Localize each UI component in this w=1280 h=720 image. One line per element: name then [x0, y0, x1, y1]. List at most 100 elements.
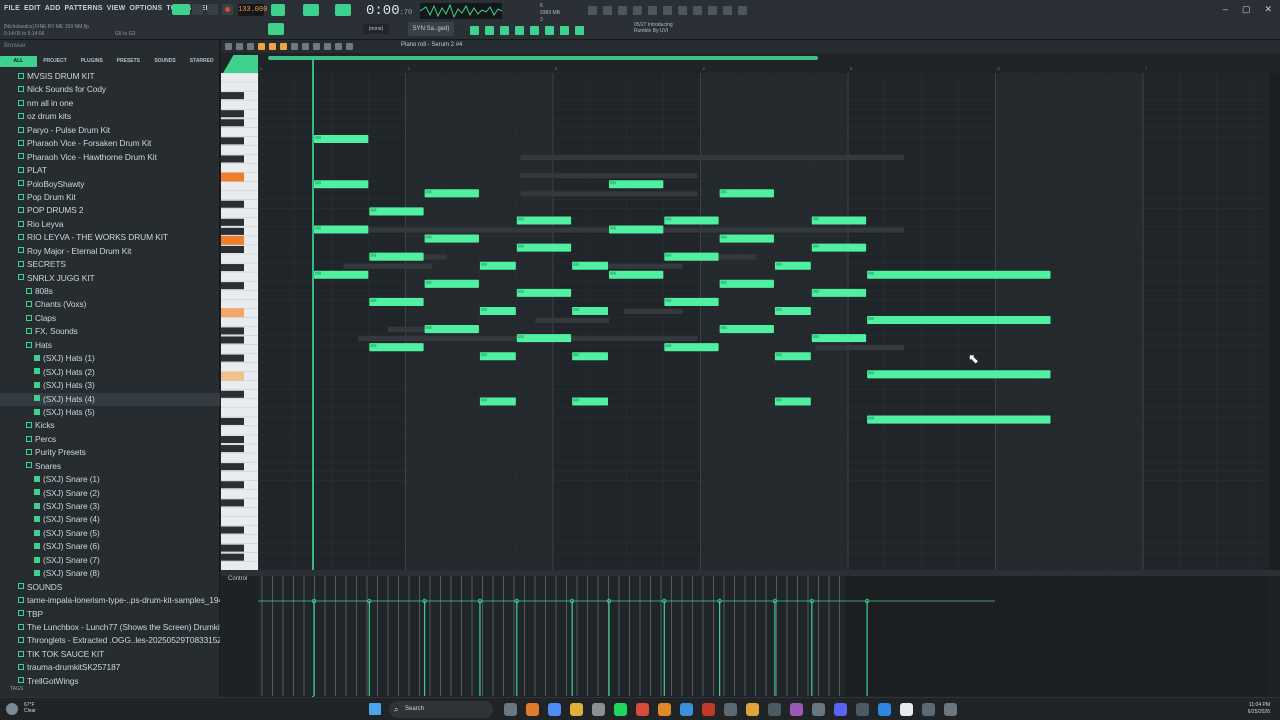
bar-number[interactable]: 1: [260, 66, 262, 71]
pr-menu-icon[interactable]: [225, 43, 232, 50]
note[interactable]: [609, 225, 664, 234]
browser-item[interactable]: (SXJ) Snare (1): [0, 473, 220, 486]
download-icon[interactable]: [738, 6, 747, 15]
black-key[interactable]: [221, 417, 244, 425]
chrome-icon[interactable]: [548, 703, 561, 716]
active-key[interactable]: [221, 172, 244, 182]
app-icon-11[interactable]: [878, 703, 891, 716]
gear-icon[interactable]: [944, 703, 957, 716]
app-icon-4[interactable]: [658, 703, 671, 716]
news-panel[interactable]: 05/27 Introducing Rumble By UVI: [634, 22, 673, 34]
snap-toggle[interactable]: [268, 23, 284, 35]
app-icon-1[interactable]: [526, 703, 539, 716]
black-key[interactable]: [221, 390, 244, 398]
pr-delete-icon[interactable]: [280, 43, 287, 50]
browser-item[interactable]: RIO LEYVA - THE WORKS DRUM KIT: [0, 231, 220, 244]
black-key[interactable]: [221, 336, 244, 344]
record-button[interactable]: [222, 4, 233, 15]
note[interactable]: [369, 252, 424, 261]
pr-magnet-icon[interactable]: [236, 43, 243, 50]
menu-add[interactable]: ADD: [45, 5, 61, 12]
cart-icon[interactable]: [560, 26, 569, 35]
start-button[interactable]: [369, 703, 381, 715]
browser-item[interactable]: (SXJ) Hats (3): [0, 379, 220, 392]
vertical-scrollbar[interactable]: [1270, 73, 1280, 570]
black-key[interactable]: [221, 282, 244, 290]
tab-plugins[interactable]: PLUGINS: [73, 56, 110, 67]
piano-keyboard[interactable]: [221, 73, 258, 570]
browser-item[interactable]: (SXJ) Snare (6): [0, 540, 220, 553]
mixer-icon[interactable]: [618, 6, 627, 15]
pr-draw-icon[interactable]: [258, 43, 265, 50]
black-key[interactable]: [221, 155, 244, 163]
tab-presets[interactable]: PRESETS: [110, 56, 147, 67]
app-icon-6[interactable]: [702, 703, 715, 716]
black-key[interactable]: [221, 354, 244, 362]
tab-starred[interactable]: STARRED: [183, 56, 220, 67]
info-icon[interactable]: [693, 6, 702, 15]
app-icon-5[interactable]: [680, 703, 693, 716]
app-icon-7[interactable]: [724, 703, 737, 716]
grid-graphic[interactable]: [258, 73, 1269, 570]
browser-item[interactable]: (SXJ) Hats (5): [0, 406, 220, 419]
playlist-icon[interactable]: [588, 6, 597, 15]
menu-view[interactable]: VIEW: [107, 5, 126, 12]
active-key[interactable]: [221, 371, 244, 381]
browser-item[interactable]: POP DRUMS 2: [0, 204, 220, 217]
minimize-icon[interactable]: –: [1223, 4, 1228, 15]
browser-item[interactable]: (SXJ) Snare (7): [0, 554, 220, 567]
pr-stamp-icon[interactable]: [247, 43, 254, 50]
app-icon-9[interactable]: [790, 703, 803, 716]
control-lane-label[interactable]: Control: [228, 576, 247, 582]
note[interactable]: [516, 243, 572, 252]
black-key[interactable]: [221, 327, 244, 335]
browser-item[interactable]: MVSIS DRUM KIT: [0, 70, 220, 83]
note[interactable]: [719, 189, 774, 198]
note[interactable]: [314, 135, 369, 144]
note[interactable]: [867, 316, 1051, 325]
browser-item[interactable]: (SXJ) Snare (4): [0, 513, 220, 526]
note[interactable]: [424, 189, 479, 198]
black-key[interactable]: [221, 481, 244, 489]
browser-item[interactable]: Nick Sounds for Cody: [0, 83, 220, 96]
black-key[interactable]: [221, 137, 244, 145]
weather-icon[interactable]: [6, 703, 18, 715]
velocity-graphic[interactable]: [258, 576, 1269, 696]
bar-number[interactable]: 3: [555, 66, 557, 71]
black-key[interactable]: [221, 92, 244, 100]
browser-item[interactable]: The Lunchbox - Lunch77 (Shows the Screen…: [0, 621, 220, 634]
bar-number[interactable]: 4: [703, 66, 705, 71]
browser-item[interactable]: Claps: [0, 312, 220, 325]
note[interactable]: [369, 343, 424, 352]
note[interactable]: [811, 243, 867, 252]
app-icon-13[interactable]: [922, 703, 935, 716]
note[interactable]: [516, 216, 572, 225]
app-icon-3[interactable]: [636, 703, 649, 716]
file-explorer-icon[interactable]: [570, 703, 583, 716]
black-key[interactable]: [221, 544, 244, 552]
velocity-lane[interactable]: [258, 576, 1269, 696]
browser-item[interactable]: oz drum kits: [0, 110, 220, 123]
black-key[interactable]: [221, 227, 244, 235]
browser-item[interactable]: TrellGotWings: [0, 675, 220, 688]
horizontal-scrollbar[interactable]: [268, 56, 818, 60]
settings-icon[interactable]: [812, 703, 825, 716]
bar-number[interactable]: 7: [1145, 66, 1147, 71]
browser-item[interactable]: Thronglets - Extracted .OGG..les-2025052…: [0, 634, 220, 647]
pr-slice-icon[interactable]: [302, 43, 309, 50]
note[interactable]: [719, 234, 774, 243]
tempo-display[interactable]: 133.000: [238, 4, 267, 16]
browser-item[interactable]: Roy Major - Eternal Drum Kit: [0, 245, 220, 258]
black-key[interactable]: [221, 499, 244, 507]
note-grid[interactable]: [258, 73, 1269, 570]
stop-button[interactable]: [207, 4, 218, 15]
browser-item[interactable]: (SXJ) Hats (4): [0, 392, 220, 406]
bar-number[interactable]: 5: [850, 66, 852, 71]
mixer-view-icon[interactable]: [500, 26, 509, 35]
black-key[interactable]: [221, 245, 244, 253]
note[interactable]: [369, 207, 424, 216]
app-icon-8[interactable]: [768, 703, 781, 716]
browser-item[interactable]: Chants (Voxs): [0, 298, 220, 311]
note[interactable]: [719, 279, 774, 288]
app-icon-12[interactable]: [900, 703, 913, 716]
